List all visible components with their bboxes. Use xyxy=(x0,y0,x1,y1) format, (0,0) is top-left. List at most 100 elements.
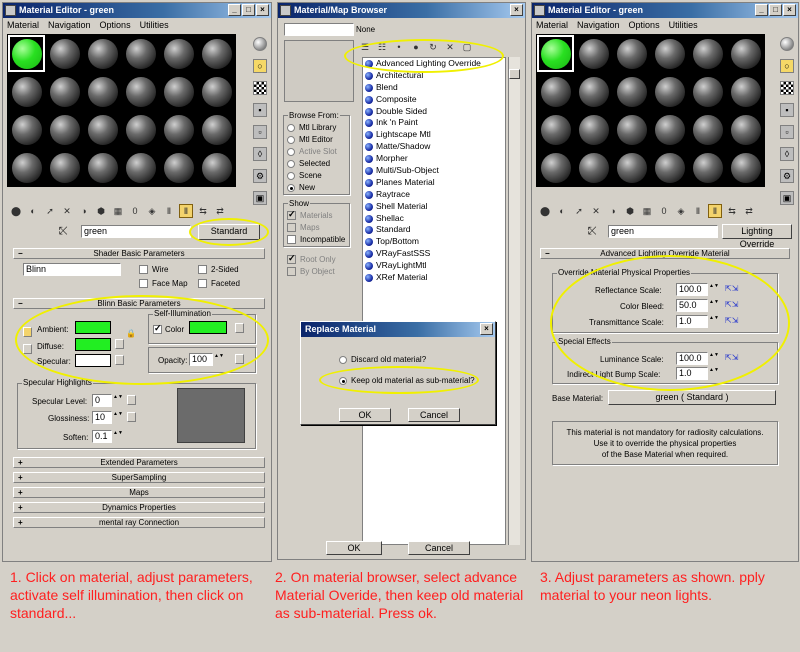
reset-icon[interactable]: ✕ xyxy=(589,204,603,218)
unique-icon[interactable]: ⬢ xyxy=(623,204,637,218)
sample-slot[interactable] xyxy=(613,73,650,110)
extended-parameters-rollout[interactable]: + Extended Parameters xyxy=(13,457,265,468)
specular-level-map-button[interactable] xyxy=(127,395,136,405)
sample-slot[interactable] xyxy=(122,73,159,110)
sample-slot[interactable] xyxy=(160,73,197,110)
go-sibling-icon[interactable]: ⇆ xyxy=(725,204,739,218)
show-map-icon[interactable]: ◈ xyxy=(674,204,688,218)
video-check-icon[interactable]: ▫ xyxy=(253,125,267,139)
show-maps-checkbox[interactable] xyxy=(287,223,296,232)
options-icon[interactable]: ⚙ xyxy=(253,169,267,183)
maximize-button[interactable]: □ xyxy=(769,4,782,16)
material-list-item[interactable]: Top/Bottom xyxy=(363,236,505,248)
assign-icon[interactable]: ➚ xyxy=(43,204,57,218)
menu-material[interactable]: Material xyxy=(7,18,39,32)
transmittance-scale-input[interactable]: 1.0 xyxy=(676,315,708,328)
browser-ok-button[interactable]: OK xyxy=(326,541,382,555)
sample-slot[interactable] xyxy=(46,73,83,110)
opacity-input[interactable]: 100 xyxy=(189,353,213,366)
sample-slot[interactable] xyxy=(8,35,45,72)
go-sibling-icon[interactable]: ⇆ xyxy=(196,204,210,218)
put-library-icon[interactable]: ▦ xyxy=(111,204,125,218)
background-icon[interactable] xyxy=(253,81,267,95)
sample-slot[interactable] xyxy=(84,73,121,110)
wire-checkbox[interactable] xyxy=(139,265,148,274)
material-list-item[interactable]: Lightscape Mtl xyxy=(363,129,505,141)
get-material-icon[interactable]: ⬤ xyxy=(538,204,552,218)
opacity-map-button[interactable] xyxy=(235,354,244,364)
eyedropper-icon[interactable]: ⤪ xyxy=(59,225,68,238)
base-material-button[interactable]: green ( Standard ) xyxy=(608,390,776,405)
luminance-scale-spinner[interactable]: ▲▼ xyxy=(709,352,719,365)
keep-old-radio[interactable] xyxy=(339,377,347,385)
material-list-item[interactable]: Morpher xyxy=(363,153,505,165)
preview-icon[interactable]: ◊ xyxy=(780,147,794,161)
dialog-ok-button[interactable]: OK xyxy=(339,408,391,422)
sample-slot[interactable] xyxy=(689,111,726,148)
sample-slot[interactable] xyxy=(8,111,45,148)
unique-icon[interactable]: ⬢ xyxy=(94,204,108,218)
close-button[interactable]: × xyxy=(510,4,523,16)
material-list-item[interactable]: Raytrace xyxy=(363,189,505,201)
show-incompatible-checkbox[interactable] xyxy=(287,235,296,244)
reset-icon[interactable]: ✕ xyxy=(60,204,74,218)
shader-rollout-header[interactable]: − Shader Basic Parameters xyxy=(13,248,265,259)
sample-slot[interactable] xyxy=(84,111,121,148)
material-name-field[interactable]: green xyxy=(608,225,718,238)
specular-color-swatch[interactable] xyxy=(75,354,111,367)
two-sided-checkbox[interactable] xyxy=(198,265,207,274)
material-list-item[interactable]: Composite xyxy=(363,94,505,106)
diffuse-lock-button[interactable] xyxy=(23,344,32,354)
browser-cancel-button[interactable]: Cancel xyxy=(408,541,470,555)
self-illum-map-button[interactable] xyxy=(235,323,244,333)
soften-spinner[interactable]: ▲▼ xyxy=(113,430,123,443)
sample-slot[interactable] xyxy=(613,149,650,186)
material-list-item[interactable]: Standard xyxy=(363,224,505,236)
show-materials-checkbox[interactable] xyxy=(287,209,296,220)
material-list-item[interactable]: Architectural xyxy=(363,70,505,82)
radio-active-slot[interactable] xyxy=(287,148,295,156)
maximize-button[interactable]: □ xyxy=(242,4,255,16)
show-end-result-icon[interactable]: Ⅱ xyxy=(691,204,705,218)
radio-mtl-editor[interactable] xyxy=(287,136,295,144)
sample-slot[interactable] xyxy=(198,111,235,148)
shader-dropdown[interactable]: Blinn xyxy=(23,263,121,276)
faceted-checkbox[interactable] xyxy=(198,279,207,288)
sample-slot[interactable] xyxy=(84,149,121,186)
maps-rollout[interactable]: + Maps xyxy=(13,487,265,498)
radio-scene[interactable] xyxy=(287,172,295,180)
eyedropper-icon[interactable]: ⤪ xyxy=(588,225,597,238)
sample-slot[interactable] xyxy=(651,35,688,72)
show-end-result-icon[interactable]: Ⅱ xyxy=(162,204,176,218)
assign-icon[interactable]: ➚ xyxy=(572,204,586,218)
root-only-checkbox[interactable] xyxy=(287,253,296,264)
diffuse-map-button[interactable] xyxy=(115,339,124,349)
soften-input[interactable]: 0.1 xyxy=(92,430,112,443)
by-object-checkbox[interactable] xyxy=(287,267,296,276)
glossiness-input[interactable]: 10 xyxy=(92,411,112,424)
navigator-icon[interactable]: ⇄ xyxy=(213,204,227,218)
opacity-spinner[interactable]: ▲▼ xyxy=(214,353,224,366)
sample-type-icon[interactable] xyxy=(253,37,267,51)
sample-slot[interactable] xyxy=(198,73,235,110)
radio-selected[interactable] xyxy=(287,160,295,168)
sample-slot[interactable] xyxy=(575,149,612,186)
sample-slot[interactable] xyxy=(537,35,574,72)
lock-icon[interactable]: 🔒 xyxy=(126,329,136,338)
copy-icon[interactable]: ◑ xyxy=(77,204,91,218)
list-view-icon[interactable]: ☰ xyxy=(358,40,372,54)
list-scrollbar[interactable] xyxy=(508,57,520,545)
uv-tiling-icon[interactable]: ▪ xyxy=(780,103,794,117)
sample-slot[interactable] xyxy=(575,111,612,148)
material-type-button[interactable]: Lighting Override xyxy=(722,224,792,249)
reflectance-scale-input[interactable]: 100.0 xyxy=(676,283,708,296)
menu-options[interactable]: Options xyxy=(629,18,660,32)
go-parent-icon[interactable]: Ⅱ xyxy=(179,204,193,218)
material-list-item[interactable]: Advanced Lighting Override xyxy=(363,58,505,70)
dynamics-properties-rollout[interactable]: + Dynamics Properties xyxy=(13,502,265,513)
material-list-item[interactable]: VRayFastSSS xyxy=(363,248,505,260)
glossiness-map-button[interactable] xyxy=(127,412,136,422)
transmittance-scale-spinner[interactable]: ▲▼ xyxy=(709,315,719,328)
sample-slot[interactable] xyxy=(8,73,45,110)
sample-slot[interactable] xyxy=(122,149,159,186)
